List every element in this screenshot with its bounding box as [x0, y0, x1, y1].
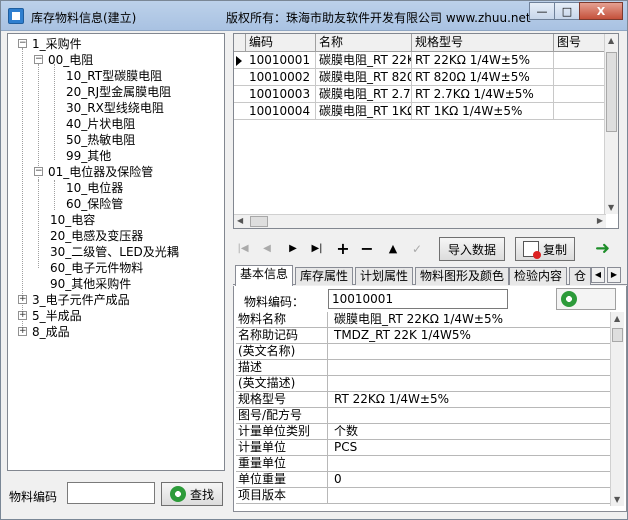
- minimize-button[interactable]: —: [529, 2, 555, 20]
- property-scrollbar[interactable]: ▲ ▼: [610, 312, 624, 506]
- tree-node[interactable]: 30_RX型线绕电阻: [66, 100, 164, 116]
- tree-node[interactable]: 60_保险管: [66, 196, 123, 212]
- tree-node[interactable]: 10_电容: [50, 212, 95, 228]
- grid-vertical-scrollbar[interactable]: ▲ ▼: [604, 34, 618, 214]
- grid-horizontal-scrollbar[interactable]: ◀ ▶: [234, 214, 606, 228]
- main-window: 库存物料信息(建立) 版权所有：珠海市助友软件开发有限公司 www.zhuu.n…: [0, 0, 628, 520]
- code-label: 物料编码：: [244, 295, 305, 309]
- expand-icon[interactable]: +: [18, 327, 27, 336]
- column-header[interactable]: 规格型号: [412, 34, 554, 52]
- grid-header: 编码 名称 规格型号 图号: [234, 34, 606, 52]
- property-row[interactable]: 图号/配方号: [236, 408, 616, 424]
- property-row[interactable]: (英文名称): [236, 344, 616, 360]
- tree-node[interactable]: 40_片状电阻: [66, 116, 135, 132]
- table-row[interactable]: 10010003 碳膜电阻_RT 2.7K RT 2.7KΩ 1/4W±5%: [234, 86, 606, 103]
- collapse-icon[interactable]: −: [34, 55, 43, 64]
- tree-node[interactable]: 60_电子元件物料: [50, 260, 143, 276]
- window-title: 库存物料信息(建立): [31, 11, 137, 25]
- post-record-icon[interactable]: ✓: [409, 241, 425, 257]
- tree-node[interactable]: 99_其他: [66, 148, 111, 164]
- edit-record-icon[interactable]: ▲: [385, 241, 401, 257]
- search-input[interactable]: [67, 482, 155, 504]
- refresh-button[interactable]: [556, 288, 616, 310]
- delete-record-icon[interactable]: −: [359, 241, 375, 257]
- tree-node[interactable]: 10_电位器: [66, 180, 123, 196]
- tab-warehouse[interactable]: 仓: [569, 267, 592, 285]
- property-row[interactable]: 规格型号 RT 22KΩ 1/4W±5%: [236, 392, 616, 408]
- prev-record-icon[interactable]: ◀: [259, 241, 275, 257]
- tab-inspection[interactable]: 检验内容: [509, 267, 568, 285]
- search-bar: 物料编码 查找: [7, 481, 225, 513]
- expand-icon[interactable]: +: [18, 295, 27, 304]
- last-record-icon[interactable]: ▶|: [309, 241, 325, 257]
- copy-icon: [522, 241, 541, 259]
- property-row[interactable]: 计量单位 PCS: [236, 440, 616, 456]
- category-tree[interactable]: − 1_采购件 − 00_电阻 10_RT型碳膜电阻 20_RJ型金属膜电阻 3…: [7, 33, 225, 471]
- property-row[interactable]: 项目版本: [236, 488, 616, 504]
- tab-scroll-left-icon[interactable]: ◀: [591, 267, 605, 283]
- app-icon: [8, 8, 24, 24]
- collapse-icon[interactable]: −: [18, 39, 27, 48]
- title-bar: 库存物料信息(建立) 版权所有：珠海市助友软件开发有限公司 www.zhuu.n…: [1, 1, 627, 31]
- tab-scroll-right-icon[interactable]: ▶: [607, 267, 621, 283]
- column-header[interactable]: 名称: [316, 34, 412, 52]
- detail-panel: 物料编码： 10010001 物料名称 碳膜电阻_RT 22KΩ 1/4W±5% …: [233, 286, 627, 512]
- column-header[interactable]: 编码: [246, 34, 316, 52]
- expand-icon[interactable]: +: [18, 311, 27, 320]
- import-data-button[interactable]: 导入数据: [439, 237, 505, 261]
- copyright-text: 版权所有：珠海市助友软件开发有限公司 www.zhuu.net: [226, 11, 531, 25]
- property-row[interactable]: 单位重量 0: [236, 472, 616, 488]
- column-header[interactable]: 图号: [554, 34, 606, 52]
- close-button[interactable]: X: [579, 2, 623, 20]
- material-grid[interactable]: 编码 名称 规格型号 图号 10010001 碳膜电阻_RT 22K RT 22…: [233, 33, 619, 229]
- property-row[interactable]: 名称助记码 TMDZ_RT 22K 1/4W5%: [236, 328, 616, 344]
- tree-node[interactable]: 50_热敏电阻: [66, 132, 135, 148]
- collapse-icon[interactable]: −: [34, 167, 43, 176]
- record-toolbar: |◀ ◀ ▶ ▶| + − ▲ ✓ 导入数据 复制 ➜: [233, 235, 627, 263]
- exit-icon[interactable]: ➜: [595, 239, 617, 259]
- property-row[interactable]: 重量单位: [236, 456, 616, 472]
- maximize-button[interactable]: □: [554, 2, 580, 20]
- property-row[interactable]: 描述: [236, 360, 616, 376]
- search-label: 物料编码: [9, 490, 58, 504]
- refresh-icon: [561, 291, 577, 307]
- property-row[interactable]: 物料名称 碳膜电阻_RT 22KΩ 1/4W±5%: [236, 312, 616, 328]
- current-row-icon: [236, 56, 242, 66]
- tree-node[interactable]: 90_其他采购件: [50, 276, 131, 292]
- property-grid[interactable]: 物料名称 碳膜电阻_RT 22KΩ 1/4W±5% 名称助记码 TMDZ_RT 22…: [236, 312, 616, 506]
- refresh-icon: [169, 486, 186, 502]
- add-record-icon[interactable]: +: [335, 241, 351, 257]
- property-row[interactable]: 计量单位类别 个数: [236, 424, 616, 440]
- find-button[interactable]: 查找: [161, 482, 223, 506]
- table-row[interactable]: 10010002 碳膜电阻_RT 820 RT 820Ω 1/4W±5%: [234, 69, 606, 86]
- tree-node[interactable]: 20_电感及变压器: [50, 228, 143, 244]
- tab-planning[interactable]: 计划属性: [355, 267, 414, 285]
- tab-basic-info[interactable]: 基本信息: [235, 265, 294, 286]
- first-record-icon[interactable]: |◀: [235, 241, 251, 257]
- tab-inventory[interactable]: 库存属性: [295, 267, 354, 285]
- tab-graphics[interactable]: 物料图形及颜色: [415, 267, 510, 285]
- tab-bar: 基本信息 库存属性 计划属性 物料图形及颜色 检验内容 仓 ◀ ▶: [233, 265, 627, 286]
- table-row[interactable]: 10010004 碳膜电阻_RT 1KΩ RT 1KΩ 1/4W±5%: [234, 103, 606, 120]
- next-record-icon[interactable]: ▶: [285, 241, 301, 257]
- code-field[interactable]: 10010001: [328, 289, 508, 309]
- tree-node[interactable]: 20_RJ型金属膜电阻: [66, 84, 171, 100]
- table-row[interactable]: 10010001 碳膜电阻_RT 22K RT 22KΩ 1/4W±5%: [234, 52, 606, 69]
- copy-button[interactable]: 复制: [515, 237, 575, 261]
- property-row[interactable]: (英文描述): [236, 376, 616, 392]
- tree-node[interactable]: 30_二级管、LED及光耦: [50, 244, 179, 260]
- tree-node[interactable]: 10_RT型碳膜电阻: [66, 68, 162, 84]
